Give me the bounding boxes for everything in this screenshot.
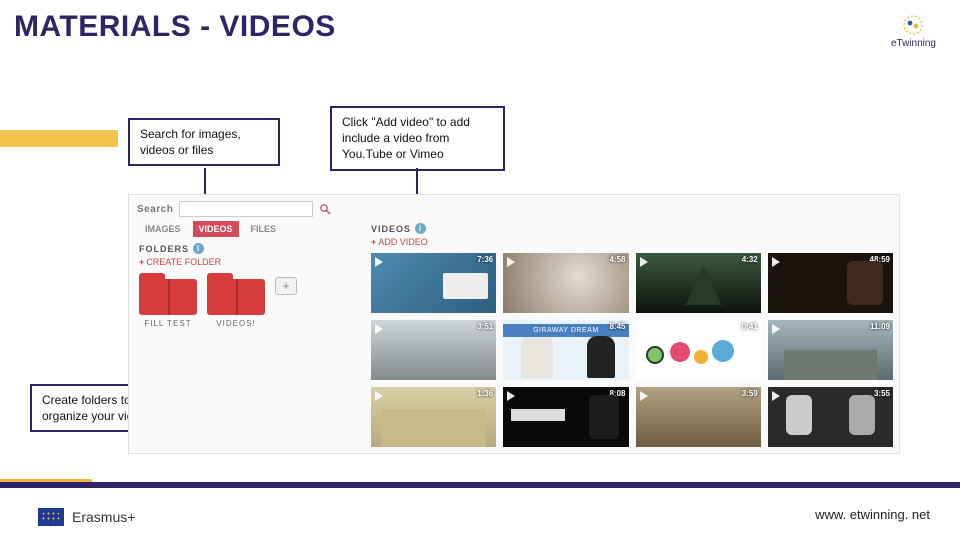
- folder-row: FILL TEST VIDEOS! +: [139, 273, 361, 328]
- video-thumb[interactable]: 11:09: [768, 320, 893, 380]
- video-thumb[interactable]: 4:32: [636, 253, 761, 313]
- folders-header-label: FOLDERS: [139, 244, 189, 254]
- info-icon[interactable]: i: [415, 223, 426, 234]
- video-duration: 3:51: [477, 322, 493, 331]
- folder-label: VIDEOS!: [207, 319, 265, 328]
- page-title: MATERIALS - VIDEOS: [0, 0, 960, 44]
- tab-videos[interactable]: VIDEOS: [193, 221, 239, 237]
- play-icon: [507, 391, 515, 401]
- video-duration: 8:08: [609, 389, 625, 398]
- videos-header-label: VIDEOS: [371, 224, 411, 234]
- materials-panel: Search IMAGES VIDEOS FILES FOLDERS i +CR…: [128, 194, 900, 454]
- video-duration: 4:58: [609, 255, 625, 264]
- play-icon: [375, 257, 383, 267]
- tabs: IMAGES VIDEOS FILES: [139, 221, 361, 237]
- play-icon: [640, 391, 648, 401]
- etwinning-icon: [898, 14, 928, 36]
- folder-item[interactable]: VIDEOS!: [207, 273, 265, 328]
- play-icon: [772, 257, 780, 267]
- play-icon: [507, 257, 515, 267]
- play-icon: [772, 324, 780, 334]
- videos-header: VIDEOS i: [371, 223, 893, 234]
- search-input[interactable]: [179, 201, 313, 217]
- sidebar: IMAGES VIDEOS FILES FOLDERS i +CREATE FO…: [129, 221, 371, 447]
- play-icon: [640, 324, 648, 334]
- video-duration: 0:41: [742, 322, 758, 331]
- search-row: Search: [129, 195, 899, 221]
- video-thumb[interactable]: GIRAWAY DREAM8:45: [503, 320, 628, 380]
- footer-url: www. etwinning. net: [815, 507, 930, 522]
- play-icon: [772, 391, 780, 401]
- tab-files[interactable]: FILES: [245, 221, 283, 237]
- etwinning-logo-text: eTwinning: [891, 38, 936, 49]
- video-duration: 4:32: [742, 255, 758, 264]
- callout-search: Search for images, videos or files: [128, 118, 280, 166]
- play-icon: [375, 391, 383, 401]
- folder-label: FILL TEST: [139, 319, 197, 328]
- create-folder-button[interactable]: +CREATE FOLDER: [139, 257, 361, 267]
- videos-area: VIDEOS i +ADD VIDEO 7:36 4:58 4:32 48:59…: [371, 221, 899, 447]
- video-duration: 7:36: [477, 255, 493, 264]
- eu-flag-icon: [38, 508, 64, 526]
- folder-icon: [207, 273, 265, 315]
- folder-icon: [139, 273, 197, 315]
- search-label: Search: [137, 204, 173, 215]
- video-thumb[interactable]: 3:51: [371, 320, 496, 380]
- video-thumb[interactable]: 0:41: [636, 320, 761, 380]
- create-folder-label: CREATE FOLDER: [146, 257, 221, 267]
- decorative-tab: [0, 130, 118, 147]
- program-name: Erasmus+: [72, 509, 135, 525]
- video-thumb[interactable]: 3:59: [636, 387, 761, 447]
- video-duration: 3:55: [874, 389, 890, 398]
- video-duration: 11:09: [870, 322, 890, 331]
- search-icon[interactable]: [317, 201, 333, 217]
- footer-left: Erasmus+: [38, 508, 135, 526]
- plus-icon: +: [139, 257, 144, 267]
- callout-add-video: Click "Add video" to add include a video…: [330, 106, 505, 171]
- video-grid: 7:36 4:58 4:32 48:59 3:51 GIRAWAY DREAM8…: [371, 253, 893, 447]
- tab-images[interactable]: IMAGES: [139, 221, 187, 237]
- folder-item[interactable]: FILL TEST: [139, 273, 197, 328]
- plus-icon: +: [371, 237, 376, 247]
- add-folder-chip[interactable]: +: [275, 277, 297, 295]
- add-video-label: ADD VIDEO: [378, 237, 428, 247]
- play-icon: [640, 257, 648, 267]
- add-video-button[interactable]: +ADD VIDEO: [371, 237, 893, 247]
- etwinning-logo: eTwinning: [891, 14, 936, 49]
- video-duration: 48:59: [870, 255, 890, 264]
- folders-header: FOLDERS i: [139, 243, 361, 254]
- video-duration: 8:45: [609, 322, 625, 331]
- video-thumb[interactable]: 7:36: [371, 253, 496, 313]
- video-thumb[interactable]: 1:36: [371, 387, 496, 447]
- video-thumb[interactable]: 4:58: [503, 253, 628, 313]
- play-icon: [375, 324, 383, 334]
- video-thumb[interactable]: 8:08: [503, 387, 628, 447]
- footer-rule: [0, 482, 960, 488]
- video-thumb[interactable]: 48:59: [768, 253, 893, 313]
- video-thumb[interactable]: 3:55: [768, 387, 893, 447]
- info-icon[interactable]: i: [193, 243, 204, 254]
- video-duration: 1:36: [477, 389, 493, 398]
- video-duration: 3:59: [742, 389, 758, 398]
